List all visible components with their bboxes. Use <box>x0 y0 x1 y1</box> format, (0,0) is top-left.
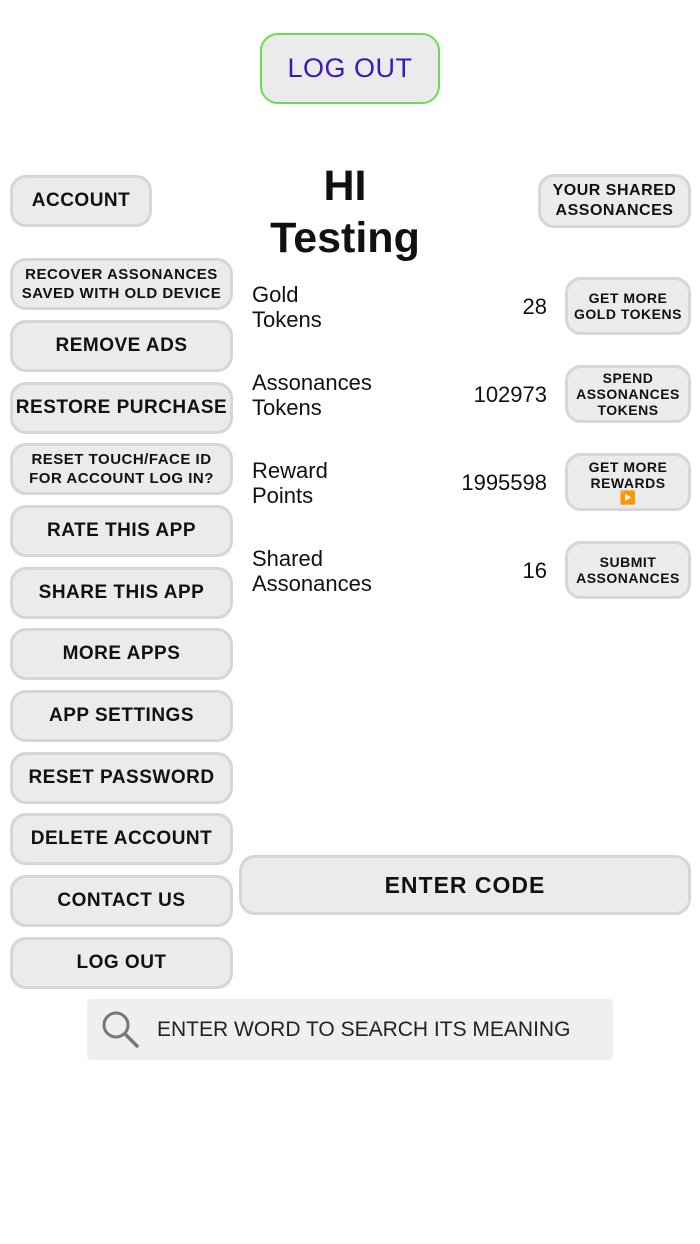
gold-tokens-label: Gold Tokens <box>252 282 322 332</box>
submit-btn-line1: SUBMIT <box>599 554 657 570</box>
submit-assonances-button[interactable]: SUBMIT ASSONANCES <box>565 541 691 599</box>
gold-btn-line2: GOLD TOKENS <box>574 306 682 322</box>
reward-points-label: Reward Points <box>252 458 328 508</box>
spend-assonances-tokens-button[interactable]: SPEND ASSONANCES TOKENS <box>565 365 691 423</box>
recover-line1: RECOVER ASSONANCES <box>25 266 218 283</box>
reset-touch-id-button[interactable]: RESET TOUCH/FACE ID FOR ACCOUNT LOG IN? <box>10 443 233 495</box>
gold-btn-line1: GET MORE <box>588 290 668 306</box>
search-bar[interactable]: ENTER WORD TO SEARCH ITS MEANING <box>87 999 613 1060</box>
reward-points-value: 1995598 <box>461 470 547 495</box>
delete-account-button[interactable]: DELETE ACCOUNT <box>10 813 233 865</box>
shared-assonances-value: 16 <box>522 558 547 583</box>
search-icon <box>102 1011 139 1048</box>
spend-btn-line2: ASSONANCES <box>576 386 680 402</box>
remove-ads-button[interactable]: REMOVE ADS <box>10 320 233 372</box>
share-app-button[interactable]: SHARE THIS APP <box>10 567 233 619</box>
submit-btn-line2: ASSONANCES <box>576 570 680 586</box>
your-shared-line1: YOUR SHARED <box>552 182 677 199</box>
account-button[interactable]: ACCOUNT <box>10 175 152 227</box>
reset-password-button[interactable]: RESET PASSWORD <box>10 752 233 804</box>
spend-btn-line3: TOKENS <box>597 402 659 418</box>
rate-app-button[interactable]: RATE THIS APP <box>10 505 233 557</box>
greeting-hi: HI <box>323 162 367 210</box>
search-placeholder: ENTER WORD TO SEARCH ITS MEANING <box>157 1017 571 1041</box>
play-icon: ▶️ <box>619 490 637 505</box>
logout-bottom-button[interactable]: LOG OUT <box>10 937 233 989</box>
more-apps-button[interactable]: MORE APPS <box>10 628 233 680</box>
enter-code-button[interactable]: ENTER CODE <box>239 855 691 915</box>
get-more-gold-tokens-button[interactable]: GET MORE GOLD TOKENS <box>565 277 691 335</box>
reset-touch-line2: FOR ACCOUNT LOG IN? <box>29 470 214 487</box>
recover-line2: SAVED WITH OLD DEVICE <box>21 285 222 302</box>
rewards-btn-line1: GET MORE <box>588 459 668 475</box>
recover-assonances-button[interactable]: RECOVER ASSONANCES SAVED WITH OLD DEVICE <box>10 258 233 310</box>
shared-assonances-label: Shared Assonances <box>252 546 372 596</box>
spend-btn-line1: SPEND <box>602 370 654 386</box>
contact-us-button[interactable]: CONTACT US <box>10 875 233 927</box>
assonances-tokens-value: 102973 <box>473 382 547 407</box>
greeting: HI Testing <box>240 160 450 264</box>
your-shared-assonances-button[interactable]: YOUR SHARED ASSONANCES <box>538 174 691 228</box>
reset-touch-line1: RESET TOUCH/FACE ID <box>31 451 212 468</box>
logout-top-button[interactable]: LOG OUT <box>260 33 440 104</box>
get-more-rewards-button[interactable]: GET MORE REWARDS ▶️ <box>565 453 691 511</box>
gold-tokens-value: 28 <box>522 294 547 319</box>
greeting-username: Testing <box>270 214 420 262</box>
assonances-tokens-label: Assonances Tokens <box>252 370 372 420</box>
app-settings-button[interactable]: APP SETTINGS <box>10 690 233 742</box>
your-shared-line2: ASSONANCES <box>555 202 674 219</box>
rewards-btn-line2: REWARDS <box>590 475 666 491</box>
restore-purchase-button[interactable]: RESTORE PURCHASE <box>10 382 233 434</box>
